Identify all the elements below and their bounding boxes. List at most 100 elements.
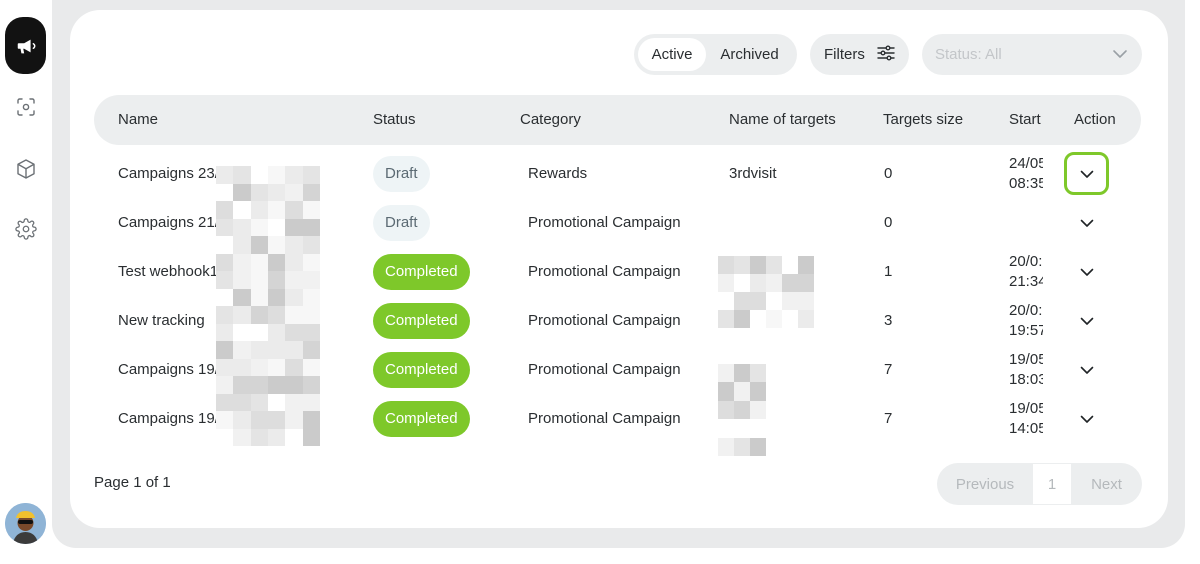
mosaic-cell xyxy=(798,292,814,310)
pagination: Previous 1 Next xyxy=(937,463,1142,505)
sidebar-item-campaigns[interactable] xyxy=(5,17,46,74)
mosaic-cell xyxy=(734,400,750,420)
start-datetime: 20/0: 19:57 xyxy=(1009,296,1043,345)
chevron-down-icon xyxy=(1080,215,1094,231)
row-action-button[interactable] xyxy=(1064,201,1109,244)
campaign-name: Test webhook1 xyxy=(118,263,219,280)
mosaic-cell xyxy=(750,400,766,420)
mosaic-cell xyxy=(233,306,251,324)
mosaic-cell xyxy=(250,376,268,394)
mosaic-cell xyxy=(216,393,234,411)
targets-size: 7 xyxy=(884,410,893,427)
mosaic-cell xyxy=(750,274,766,292)
mosaic-cell xyxy=(285,166,303,184)
mosaic-cell xyxy=(734,419,750,438)
sidebar-item-products[interactable] xyxy=(5,148,46,189)
mosaic-cell xyxy=(250,253,268,271)
mosaic-cell xyxy=(766,292,782,310)
mosaic-cell xyxy=(216,236,234,254)
mosaic-cell xyxy=(268,323,286,341)
mosaic-cell xyxy=(250,201,268,219)
status-filter-select[interactable]: Status: All xyxy=(922,34,1142,75)
avatar[interactable] xyxy=(5,503,46,544)
row-action-button[interactable] xyxy=(1064,397,1109,440)
chevron-down-icon xyxy=(1080,313,1094,329)
mosaic-cell xyxy=(302,183,320,201)
header-category[interactable]: Category xyxy=(520,95,581,145)
mosaic-cell xyxy=(233,253,251,271)
mosaic-cell xyxy=(268,183,286,201)
mosaic-cell xyxy=(250,183,268,201)
row-action-button[interactable] xyxy=(1064,299,1109,342)
mosaic-cell xyxy=(734,437,750,456)
tab-archived[interactable]: Archived xyxy=(706,38,793,71)
targets-size: 3 xyxy=(884,312,893,329)
mosaic-cell xyxy=(268,393,286,411)
next-button[interactable]: Next xyxy=(1071,463,1142,505)
mosaic-cell xyxy=(734,382,750,401)
start-date: 20/0: xyxy=(1009,252,1043,270)
header-name[interactable]: Name xyxy=(118,95,158,145)
header-start[interactable]: Start xyxy=(1009,95,1041,145)
campaign-name: Campaigns 19/ xyxy=(118,361,219,378)
filters-label: Filters xyxy=(824,46,865,63)
mosaic-cell xyxy=(285,271,303,289)
start-time: 14:05 xyxy=(1009,419,1043,437)
start-datetime xyxy=(1009,198,1043,247)
mosaic-cell xyxy=(302,218,320,236)
mosaic-cell xyxy=(302,306,320,324)
previous-button[interactable]: Previous xyxy=(937,463,1033,505)
sidebar-item-scan[interactable] xyxy=(5,86,46,127)
mosaic-cell xyxy=(285,306,303,324)
sidebar-item-settings[interactable] xyxy=(5,208,46,249)
mosaic-cell xyxy=(750,310,766,328)
mosaic-cell xyxy=(216,201,234,219)
mosaic-cell xyxy=(233,218,251,236)
targets-size: 0 xyxy=(884,214,893,231)
mosaic-cell xyxy=(250,218,268,236)
mosaic-cell xyxy=(734,256,750,274)
gear-icon xyxy=(14,217,37,240)
chevron-down-icon xyxy=(1080,411,1094,427)
mosaic-cell xyxy=(268,201,286,219)
mosaic-cell xyxy=(798,256,814,274)
tab-active[interactable]: Active xyxy=(638,38,706,71)
start-datetime: 19/05 18:03 xyxy=(1009,345,1043,394)
header-targets-name[interactable]: Name of targets xyxy=(729,95,836,145)
start-time: 19:57 xyxy=(1009,321,1043,339)
mosaic-cell xyxy=(302,358,320,376)
campaign-name: Campaigns 23/ xyxy=(118,165,219,182)
chevron-down-icon xyxy=(1080,166,1094,182)
start-datetime: 19/05 14:05 xyxy=(1009,394,1043,443)
table-header: Name Status Category Name of targets Tar… xyxy=(94,95,1141,145)
mosaic-cell xyxy=(268,358,286,376)
filters-button[interactable]: Filters xyxy=(810,34,909,75)
campaign-name: Campaigns 21/( xyxy=(118,214,224,231)
mosaic-cell xyxy=(233,341,251,359)
mosaic-cell xyxy=(718,400,734,420)
header-targets-size[interactable]: Targets size xyxy=(883,95,963,145)
mosaic-cell xyxy=(216,183,234,201)
box-icon xyxy=(15,158,37,180)
mosaic-cell xyxy=(782,310,798,328)
row-action-button[interactable] xyxy=(1064,152,1109,195)
header-status[interactable]: Status xyxy=(373,95,416,145)
mosaic-cell xyxy=(233,428,251,446)
mosaic-cell xyxy=(268,306,286,324)
mosaic-cell xyxy=(285,411,303,429)
mosaic-cell xyxy=(268,253,286,271)
mosaic-cell xyxy=(233,201,251,219)
targets-name: 3rdvisit xyxy=(729,165,777,182)
mosaic-cell xyxy=(285,341,303,359)
mosaic-cell xyxy=(216,306,234,324)
mosaic-cell xyxy=(302,411,320,429)
mosaic-cell xyxy=(250,428,268,446)
mosaic-cell xyxy=(285,183,303,201)
row-action-button[interactable] xyxy=(1064,348,1109,391)
page-number-button[interactable]: 1 xyxy=(1033,463,1071,505)
row-action-button[interactable] xyxy=(1064,250,1109,293)
mosaic-cell xyxy=(718,274,734,292)
status-filter-placeholder: Status: All xyxy=(935,46,1002,63)
mosaic-cell xyxy=(782,292,798,310)
mosaic-cell xyxy=(268,166,286,184)
